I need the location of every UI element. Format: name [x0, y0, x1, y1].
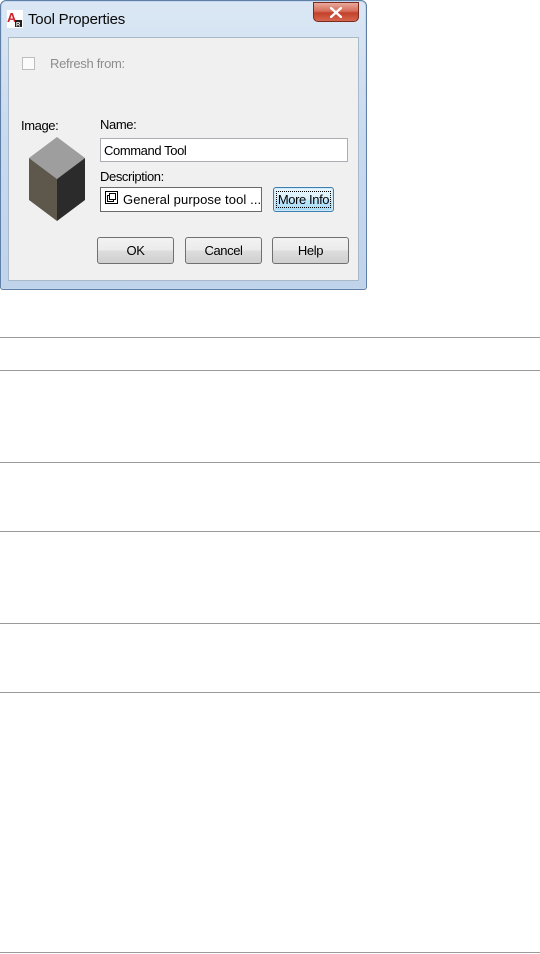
image-label: Image: — [21, 118, 59, 133]
description-label: Description: — [100, 169, 164, 184]
help-button[interactable]: Help — [272, 237, 349, 264]
ok-button[interactable]: OK — [97, 237, 174, 264]
description-value: General purpose tool ... — [123, 192, 262, 207]
copy-icon — [105, 190, 118, 209]
more-info-button[interactable]: More Info — [273, 187, 334, 212]
cube-icon[interactable] — [29, 137, 85, 226]
svg-text:R: R — [16, 23, 21, 29]
divider — [0, 370, 540, 371]
refresh-checkbox[interactable] — [22, 57, 35, 70]
refresh-label: Refresh from: — [50, 56, 125, 71]
close-button[interactable] — [313, 2, 359, 22]
autocad-app-icon: A R — [7, 10, 23, 29]
name-input[interactable]: Command Tool — [100, 138, 348, 162]
description-field[interactable]: General purpose tool ... — [100, 187, 262, 212]
divider — [0, 692, 540, 693]
divider — [0, 462, 540, 463]
name-label: Name: — [100, 117, 137, 132]
more-info-label: More Info — [275, 191, 332, 208]
divider — [0, 952, 540, 953]
divider — [0, 623, 540, 624]
divider — [0, 337, 540, 338]
tool-properties-dialog: A R Tool Properties Refresh from: Image:… — [0, 0, 367, 290]
dialog-body: Refresh from: Image: Name: Command Tool … — [8, 37, 359, 281]
cancel-button[interactable]: Cancel — [185, 237, 262, 264]
close-icon — [330, 6, 342, 18]
divider — [0, 531, 540, 532]
title-bar[interactable]: A R Tool Properties — [1, 1, 366, 37]
dialog-title: Tool Properties — [28, 11, 126, 28]
